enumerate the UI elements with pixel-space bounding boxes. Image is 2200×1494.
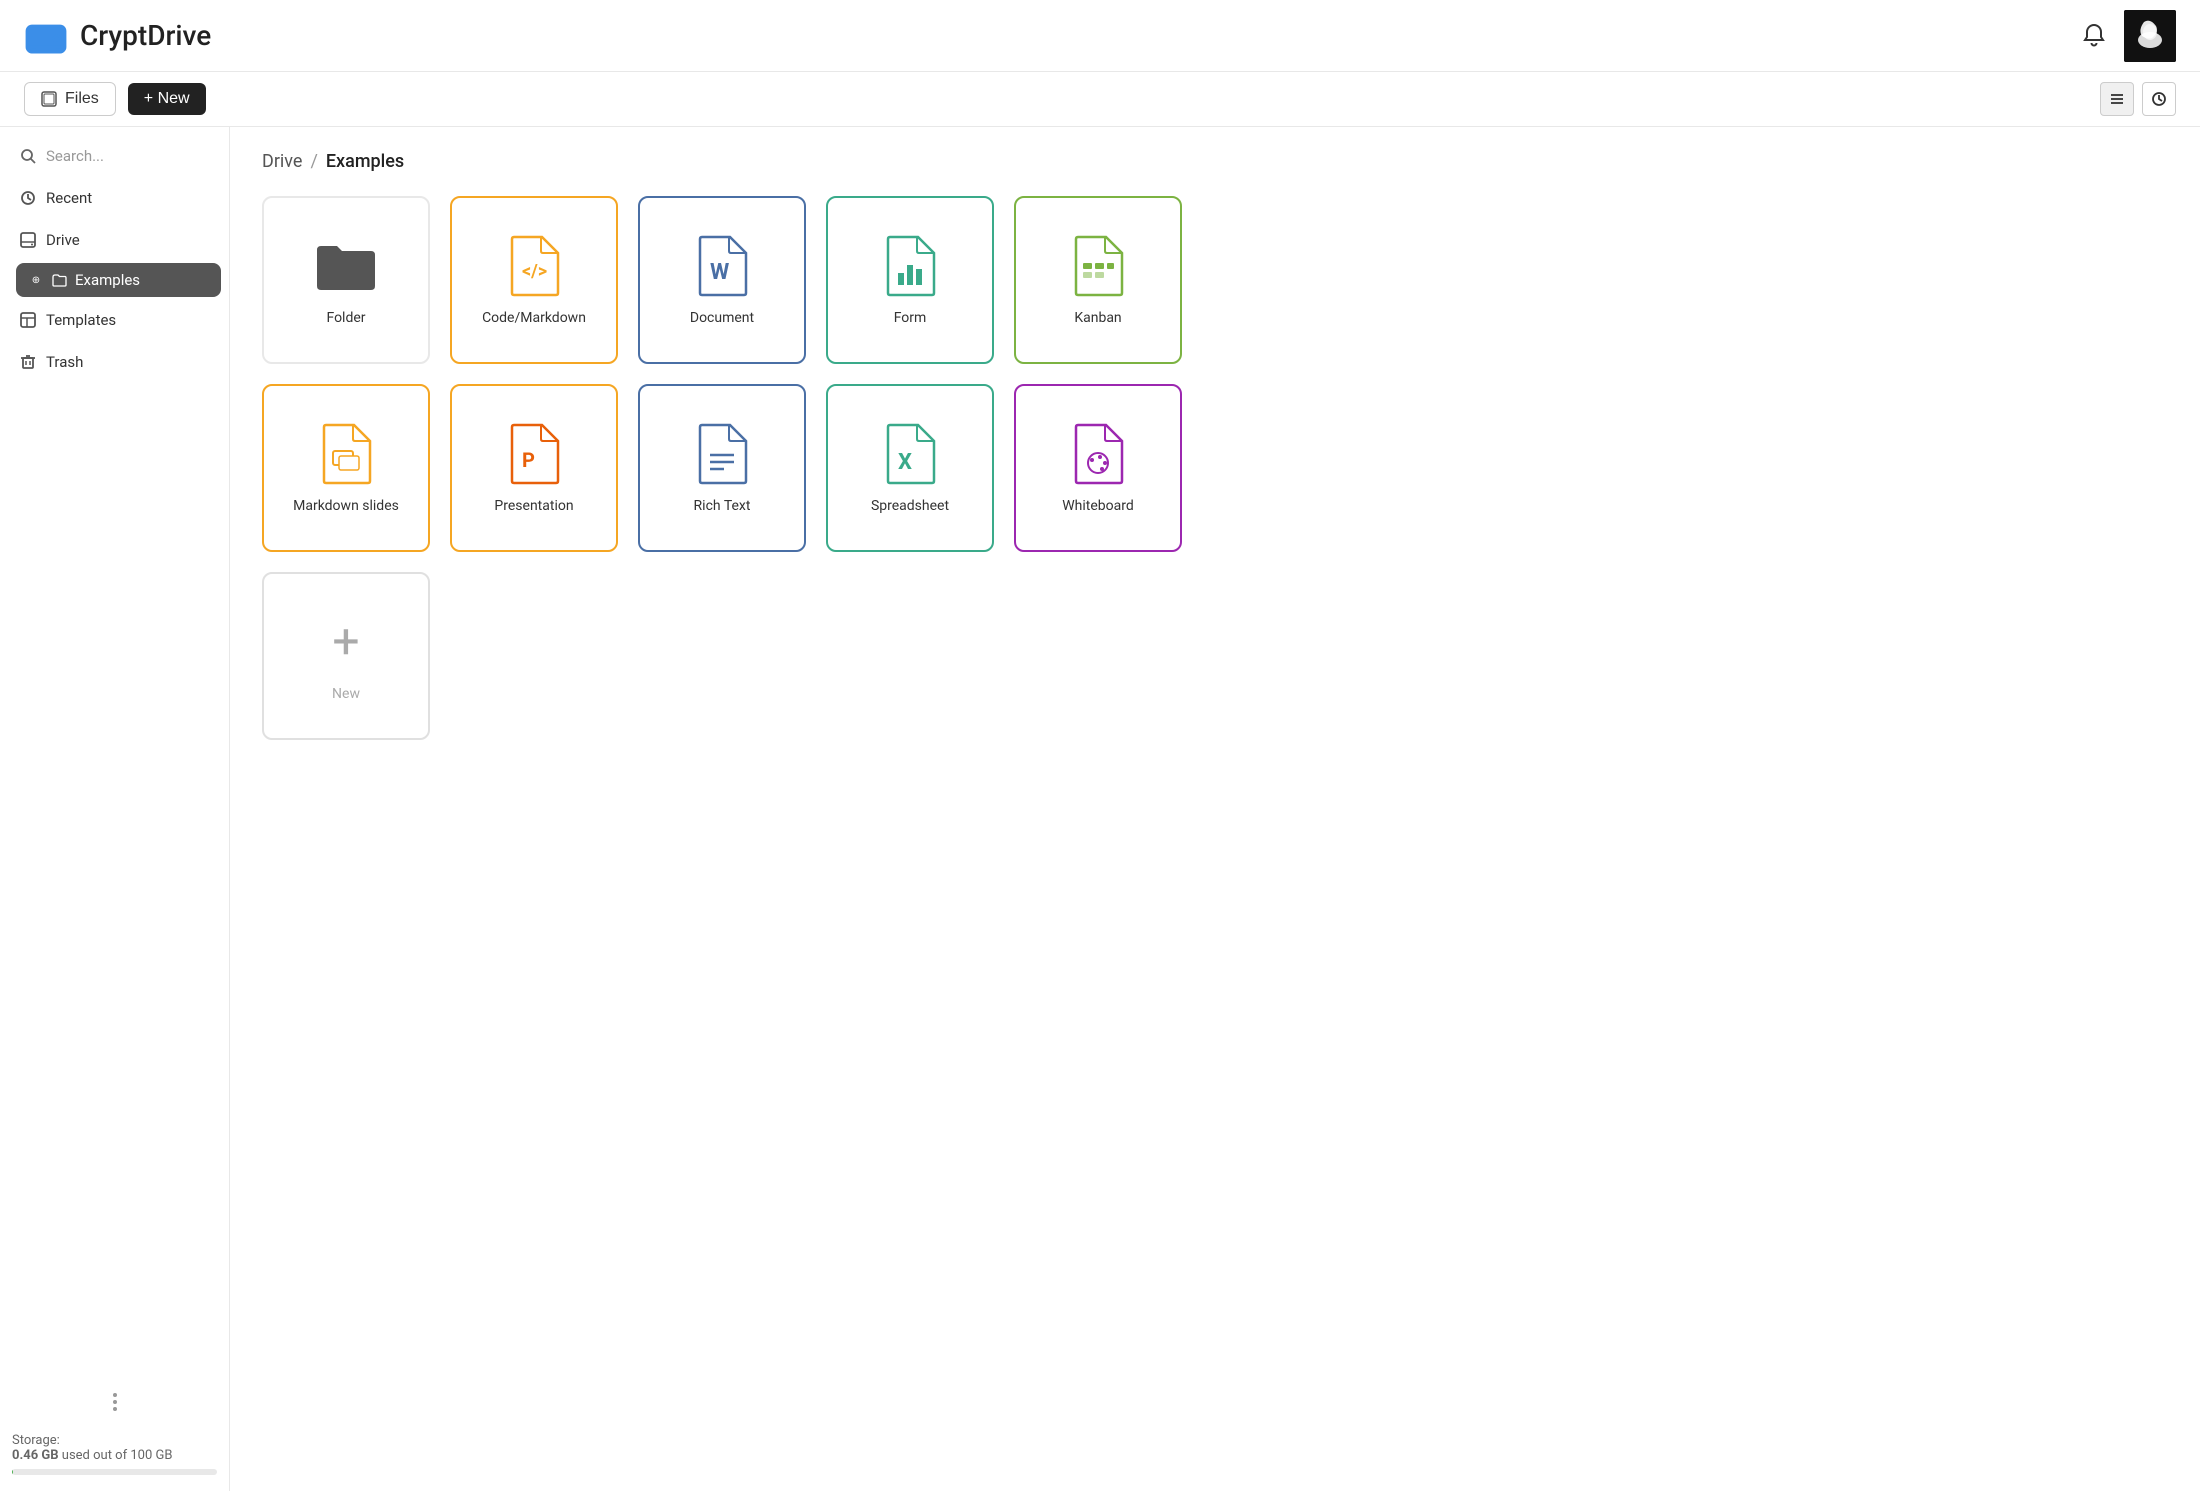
richtext-card-icon bbox=[690, 422, 754, 486]
breadcrumb-current: Examples bbox=[326, 151, 404, 172]
storage-bar bbox=[12, 1469, 217, 1475]
rich-text-label: Rich Text bbox=[694, 498, 751, 514]
spreadsheet-label: Spreadsheet bbox=[871, 498, 949, 514]
plus-icon: + bbox=[332, 618, 359, 666]
document-grid: Folder </> Code/Markdown bbox=[262, 196, 2168, 740]
code-markdown-label: Code/Markdown bbox=[482, 310, 586, 326]
presentation-label: Presentation bbox=[494, 498, 573, 514]
card-document[interactable]: W Document bbox=[638, 196, 806, 364]
templates-icon bbox=[20, 312, 36, 328]
sidebar-item-recent[interactable]: Recent bbox=[8, 179, 221, 217]
history-button[interactable] bbox=[2142, 82, 2176, 116]
recent-icon bbox=[20, 190, 36, 206]
card-whiteboard[interactable]: Whiteboard bbox=[1014, 384, 1182, 552]
storage-fill bbox=[12, 1469, 13, 1475]
storage-info: Storage: 0.46 GB used out of 100 GB bbox=[12, 1433, 217, 1475]
trash-icon bbox=[20, 354, 36, 370]
document-card-icon: W bbox=[690, 234, 754, 298]
drive-icon-sidebar bbox=[20, 232, 36, 248]
files-icon bbox=[41, 91, 57, 107]
content-area: Drive / Examples Folder bbox=[230, 127, 2200, 1491]
folder-label: Folder bbox=[326, 310, 365, 326]
svg-text:X: X bbox=[898, 450, 912, 475]
slides-card-icon bbox=[314, 422, 378, 486]
code-card-icon: </> bbox=[502, 234, 566, 298]
recent-label: Recent bbox=[46, 189, 92, 207]
trash-label: Trash bbox=[46, 353, 83, 371]
card-presentation[interactable]: P Presentation bbox=[450, 384, 618, 552]
storage-used: 0.46 GB bbox=[12, 1448, 59, 1463]
search-icon bbox=[20, 148, 36, 164]
markdown-slides-label: Markdown slides bbox=[293, 498, 399, 514]
tree-item-examples[interactable]: ⊕ Examples bbox=[16, 263, 221, 297]
card-rich-text[interactable]: Rich Text bbox=[638, 384, 806, 552]
list-view-icon bbox=[2109, 91, 2125, 107]
spreadsheet-card-icon: X bbox=[878, 422, 942, 486]
sidebar-item-drive[interactable]: Drive bbox=[8, 221, 221, 259]
presentation-card-icon: P bbox=[502, 422, 566, 486]
folder-icon-tree bbox=[52, 273, 67, 288]
card-form[interactable]: Form bbox=[826, 196, 994, 364]
main-layout: Search... Recent Drive ⊕ bbox=[0, 127, 2200, 1491]
examples-label: Examples bbox=[75, 271, 140, 289]
drive-icon bbox=[24, 14, 68, 58]
sidebar-item-trash[interactable]: Trash bbox=[8, 343, 221, 381]
card-markdown-slides[interactable]: Markdown slides bbox=[262, 384, 430, 552]
form-label: Form bbox=[894, 310, 927, 326]
sidebar: Search... Recent Drive ⊕ bbox=[0, 127, 230, 1491]
new-button[interactable]: + New bbox=[128, 83, 206, 115]
search-bar[interactable]: Search... bbox=[8, 137, 221, 175]
svg-text:W: W bbox=[710, 260, 729, 285]
new-label: + New bbox=[144, 90, 190, 108]
tree-expand-icon: ⊕ bbox=[28, 272, 44, 288]
breadcrumb-root[interactable]: Drive bbox=[262, 151, 302, 172]
card-new[interactable]: + New bbox=[262, 572, 430, 740]
form-card-icon bbox=[878, 234, 942, 298]
sidebar-more-dots[interactable] bbox=[113, 1393, 117, 1411]
card-kanban[interactable]: Kanban bbox=[1014, 196, 1182, 364]
storage-label: Storage: bbox=[12, 1433, 60, 1448]
folder-card-icon bbox=[314, 234, 378, 298]
drive-tree: ⊕ Examples bbox=[16, 263, 221, 297]
history-icon bbox=[2151, 91, 2167, 107]
document-label: Document bbox=[690, 310, 754, 326]
header: CryptDrive bbox=[0, 0, 2200, 72]
notification-icon[interactable] bbox=[2080, 22, 2108, 50]
svg-text:</>: </> bbox=[522, 261, 547, 282]
app-title: CryptDrive bbox=[80, 19, 211, 52]
files-button[interactable]: Files bbox=[24, 82, 116, 116]
card-code-markdown[interactable]: </> Code/Markdown bbox=[450, 196, 618, 364]
whiteboard-card-icon bbox=[1066, 422, 1130, 486]
card-folder[interactable]: Folder bbox=[262, 196, 430, 364]
list-view-button[interactable] bbox=[2100, 82, 2134, 116]
kanban-card-icon bbox=[1066, 234, 1130, 298]
logo: CryptDrive bbox=[24, 14, 211, 58]
search-placeholder: Search... bbox=[46, 147, 104, 165]
new-card-label: New bbox=[332, 686, 360, 702]
sidebar-item-templates[interactable]: Templates bbox=[8, 301, 221, 339]
svg-text:P: P bbox=[522, 448, 535, 472]
breadcrumb-separator: / bbox=[310, 151, 317, 172]
whiteboard-label: Whiteboard bbox=[1062, 498, 1134, 514]
templates-label: Templates bbox=[46, 311, 116, 329]
toolbar: Files + New bbox=[0, 72, 2200, 127]
card-spreadsheet[interactable]: X Spreadsheet bbox=[826, 384, 994, 552]
user-avatar[interactable] bbox=[2124, 10, 2176, 62]
storage-total: 100 GB bbox=[130, 1448, 172, 1463]
header-actions bbox=[2080, 10, 2176, 62]
new-card-icon: + bbox=[314, 610, 378, 674]
files-label: Files bbox=[65, 90, 99, 108]
drive-label: Drive bbox=[46, 231, 80, 249]
toolbar-view-controls bbox=[2100, 82, 2176, 116]
storage-sep: used out of bbox=[62, 1448, 127, 1463]
kanban-label: Kanban bbox=[1074, 310, 1121, 326]
breadcrumb: Drive / Examples bbox=[262, 151, 2168, 172]
